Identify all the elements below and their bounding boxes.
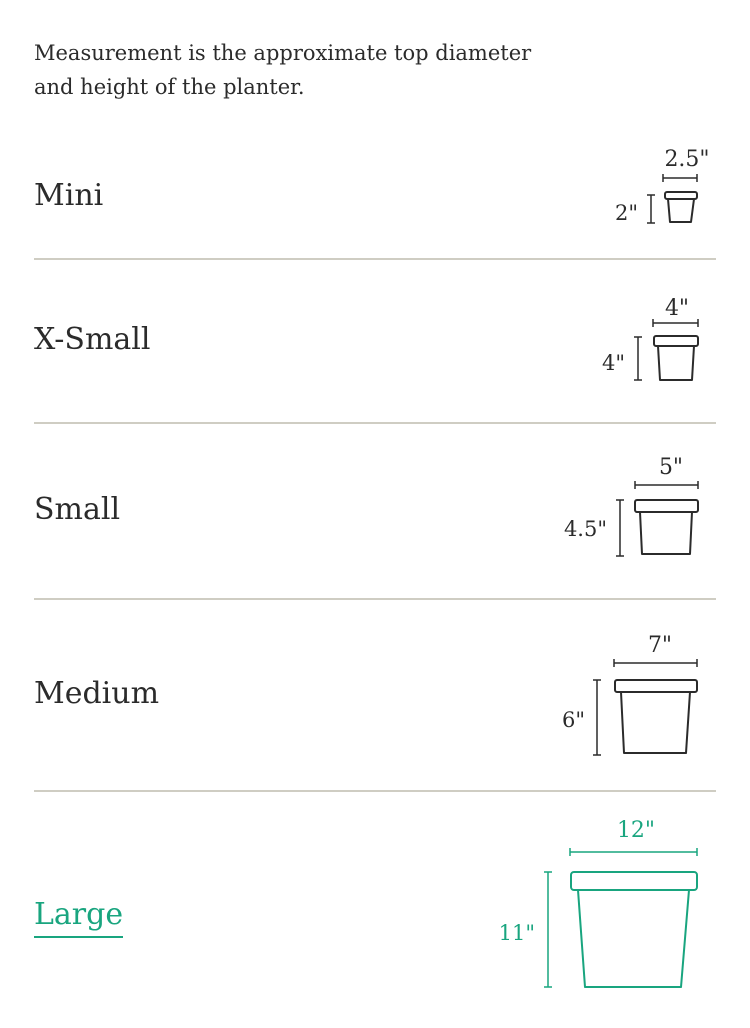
size-option-large[interactable]: Large [34,895,124,938]
divider [34,598,716,600]
medium-diameter-label: 7" [648,633,672,658]
size-option-mini[interactable]: Mini [34,176,103,216]
small-dimension-diagram: 5" 4.5" [564,455,699,557]
large-dimension-diagram: 12" 11" [499,818,698,988]
planter-icon [614,679,698,754]
large-height-line [544,871,552,988]
large-diameter-line [569,848,698,856]
mini-dimension-diagram: 2.5" 2" [615,147,710,225]
mini-diameter-line [662,174,698,182]
divider [34,258,716,260]
planter-icon [653,335,699,381]
size-option-small[interactable]: Small [34,490,120,530]
size-option-medium[interactable]: Medium [34,674,159,714]
mini-height-label: 2" [615,201,638,225]
medium-dimension-diagram: 7" 6" [562,633,698,756]
small-height-line [616,499,624,557]
intro-text: Measurement is the approximate top diame… [34,41,532,99]
x-small-height-label: 4" [602,351,625,375]
divider [34,790,716,792]
large-diameter-label: 12" [617,818,655,843]
mini-diameter-label: 2.5" [664,147,709,172]
medium-height-label: 6" [562,708,585,732]
small-diameter-label: 5" [659,455,683,480]
divider [34,422,716,424]
medium-diameter-line [613,659,698,667]
medium-height-line [593,679,601,756]
small-height-label: 4.5" [564,517,607,541]
planter-icon [570,871,698,988]
x-small-height-line [634,336,642,381]
large-height-label: 11" [499,921,535,945]
planter-icon [664,191,698,223]
planter-icon [634,499,699,555]
x-small-dimension-diagram: 4" 4" [602,296,699,381]
mini-height-line [647,194,655,224]
small-diameter-line [634,481,699,489]
x-small-diameter-label: 4" [665,296,689,321]
size-option-x-small[interactable]: X-Small [34,320,151,360]
